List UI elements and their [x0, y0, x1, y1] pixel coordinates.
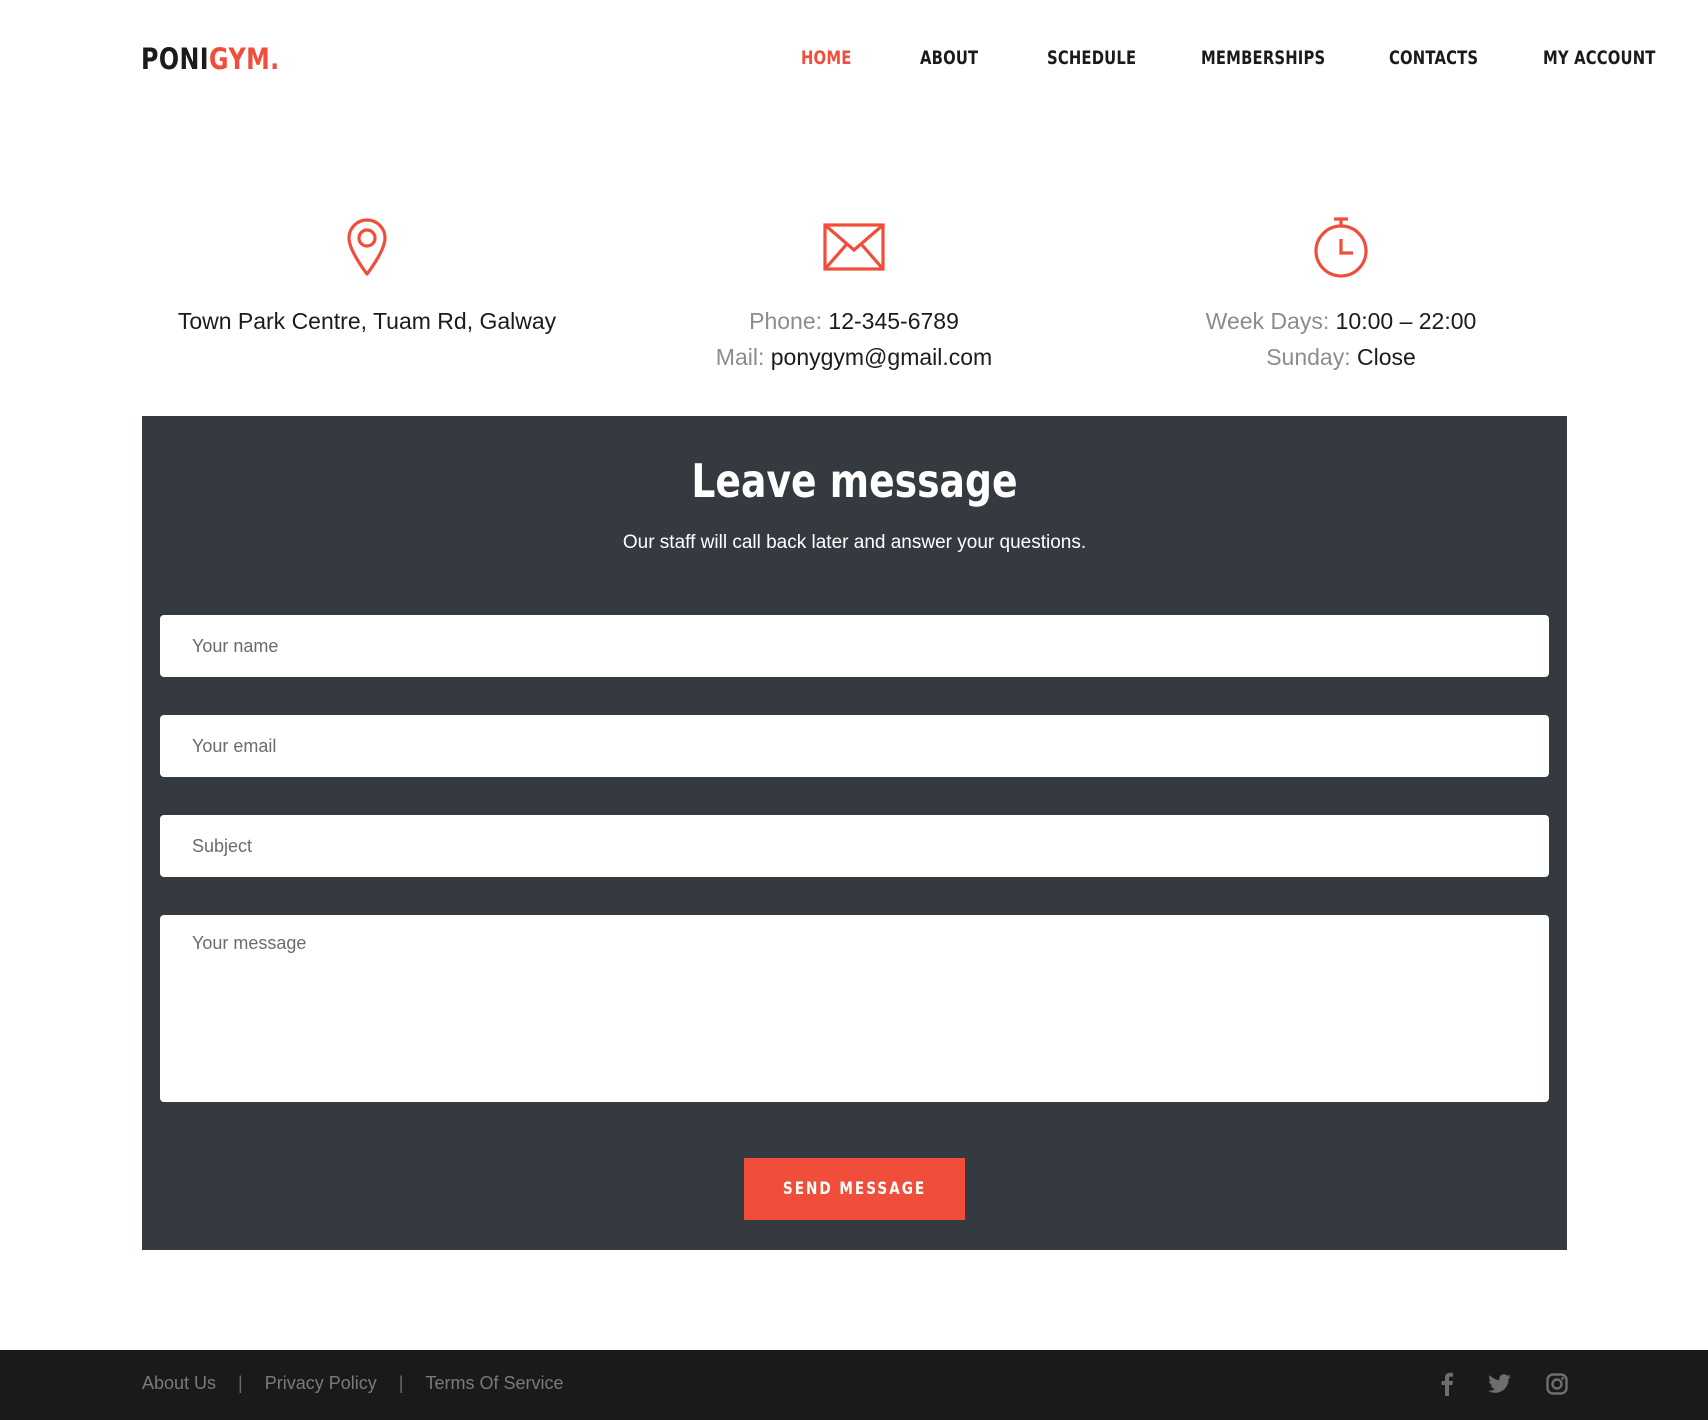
site-footer: About Us | Privacy Policy | Terms Of Service: [0, 1350, 1708, 1420]
weekdays-line: Week Days: 10:00 – 22:00: [1131, 303, 1551, 339]
phone-label: Phone:: [749, 308, 823, 334]
twitter-icon[interactable]: [1486, 1370, 1514, 1398]
footer-link-privacy[interactable]: Privacy Policy: [265, 1373, 377, 1393]
send-message-label: SEND MESSAGE: [782, 1179, 927, 1199]
mail-value[interactable]: ponygym@gmail.com: [771, 344, 992, 370]
site-header: PONIGYM. HOME ABOUT SCHEDULE MEMBERSHIPS…: [0, 0, 1708, 120]
footer-link-terms[interactable]: Terms Of Service: [425, 1373, 563, 1393]
hours-block: Week Days: 10:00 – 22:00 Sunday: Close: [1131, 215, 1551, 375]
phone-line: Phone: 12-345-6789: [644, 303, 1064, 339]
nav-about[interactable]: ABOUT: [920, 47, 978, 69]
sunday-line: Sunday: Close: [1131, 339, 1551, 375]
instagram-icon[interactable]: [1543, 1370, 1571, 1398]
weekdays-value: 10:00 – 22:00: [1335, 308, 1477, 334]
nav-home[interactable]: HOME: [801, 47, 852, 69]
footer-link-about[interactable]: About Us: [142, 1373, 216, 1393]
sunday-value: Close: [1356, 344, 1416, 370]
nav-my-account[interactable]: MY ACCOUNT: [1543, 47, 1656, 69]
form-subtitle: Our staff will call back later and answe…: [622, 532, 1087, 553]
nav-contacts[interactable]: CONTACTS: [1389, 47, 1478, 69]
stopwatch-icon: [1314, 217, 1368, 278]
mail-label: Mail:: [715, 344, 765, 370]
address-text: Town Park Centre, Tuam Rd, Galway: [177, 308, 557, 334]
footer-separator: |: [238, 1373, 243, 1393]
send-message-button[interactable]: SEND MESSAGE: [744, 1158, 965, 1220]
footer-links: About Us | Privacy Policy | Terms Of Service: [142, 1373, 563, 1394]
footer-separator: |: [398, 1373, 404, 1393]
form-title: Leave message: [691, 454, 1018, 508]
envelope-icon: [823, 223, 885, 271]
nav-schedule[interactable]: SCHEDULE: [1047, 47, 1136, 69]
message-textarea[interactable]: [160, 915, 1549, 1102]
facebook-icon[interactable]: [1433, 1370, 1461, 1398]
name-input[interactable]: [160, 615, 1549, 677]
nav-memberships[interactable]: MEMBERSHIPS: [1201, 47, 1325, 69]
sunday-label: Sunday:: [1266, 344, 1351, 370]
subject-input[interactable]: [160, 815, 1549, 877]
weekdays-label: Week Days:: [1205, 308, 1330, 334]
mail-line: Mail: ponygym@gmail.com: [644, 339, 1064, 375]
map-pin-icon: [347, 218, 387, 276]
email-input[interactable]: [160, 715, 1549, 777]
address-block: Town Park Centre, Tuam Rd, Galway: [157, 215, 577, 339]
contact-block: Phone: 12-345-6789 Mail: ponygym@gmail.c…: [644, 215, 1064, 375]
phone-value[interactable]: 12-345-6789: [828, 308, 958, 334]
contact-form-panel: Leave message Our staff will call back l…: [142, 416, 1567, 1250]
main-nav: HOME ABOUT SCHEDULE MEMBERSHIPS CONTACTS…: [0, 47, 1708, 73]
